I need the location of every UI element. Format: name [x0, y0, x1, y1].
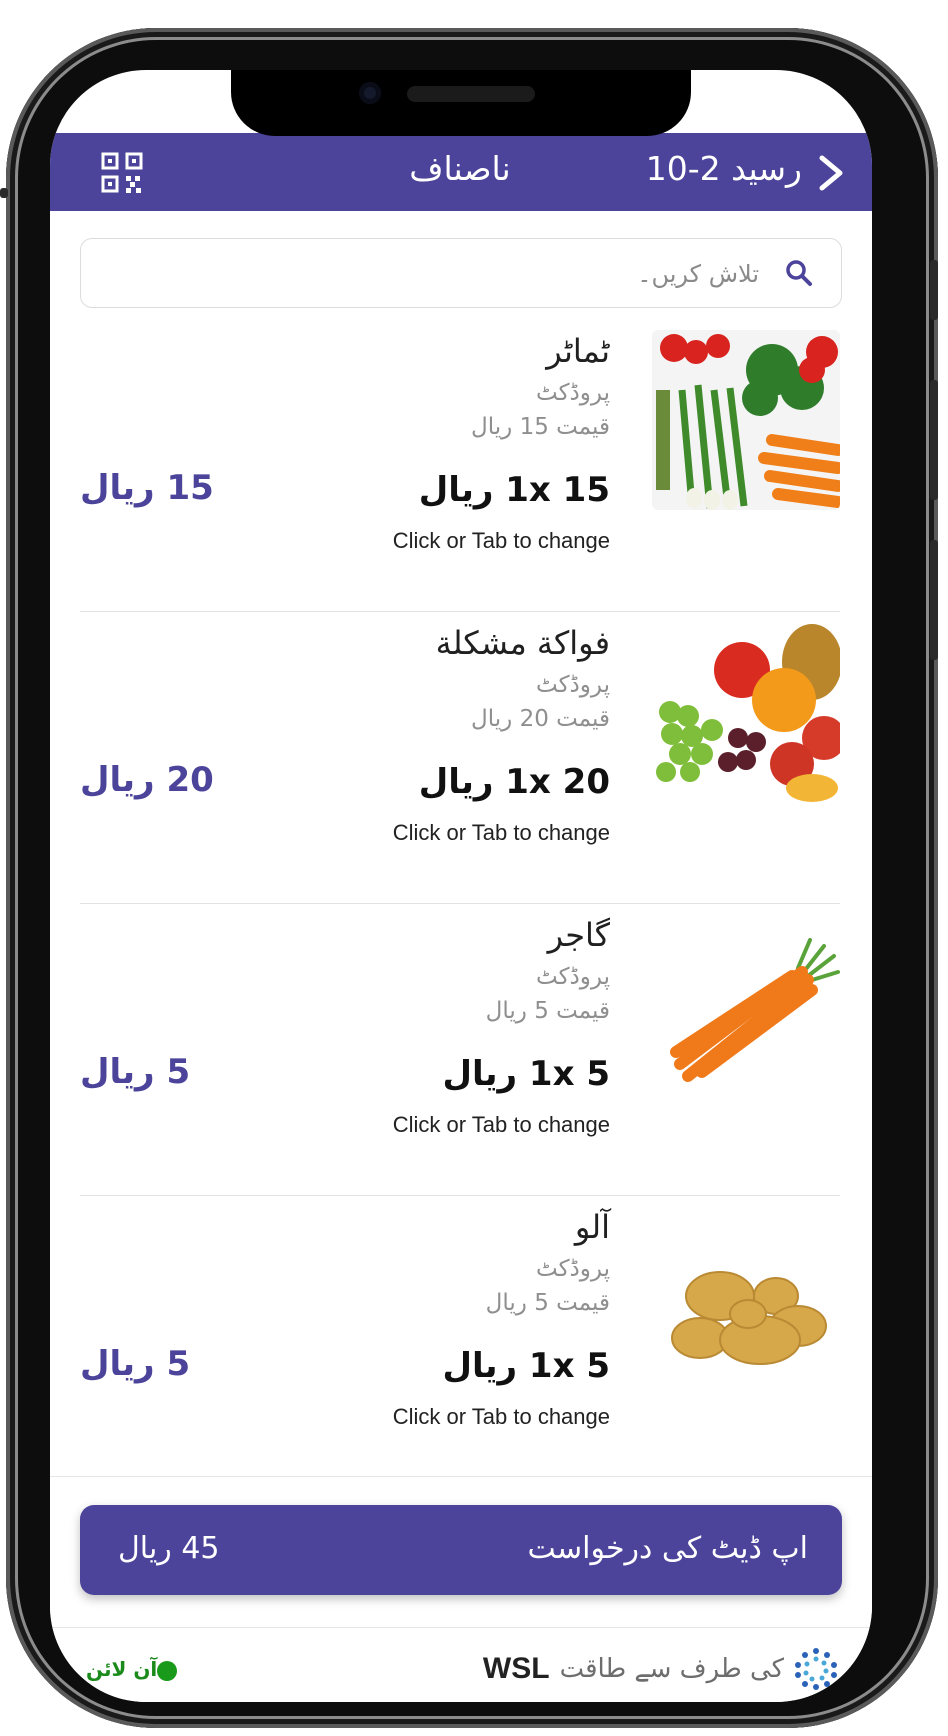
product-name: گاجر	[547, 916, 610, 954]
product-list: ٹماٹر پروڈکٹ قیمت 15 ریال 1x 15 ریال Cli…	[50, 320, 872, 1476]
product-name: فواکة مشكلة	[435, 624, 610, 662]
product-total: 5 ریال	[80, 1052, 191, 1092]
app-screen: ناصناف رسید 2-10 تلاش کریں۔ ٹماٹر پروڈکٹ…	[50, 70, 872, 1702]
product-unit-price: قیمت 5 ریال	[485, 1290, 610, 1316]
request-update-label: اپ ڈیٹ کی درخواست	[527, 1531, 808, 1566]
request-update-button[interactable]: اپ ڈیٹ کی درخواست 45 ریال	[80, 1505, 842, 1595]
change-hint[interactable]: Click or Tab to change	[393, 1112, 610, 1138]
powered-by-label: کی طرف سے طاقت	[559, 1654, 784, 1684]
carrots-image	[652, 914, 840, 1094]
product-total: 15 ریال	[80, 468, 214, 508]
speaker-grille	[407, 86, 535, 102]
product-name: آلو	[574, 1208, 610, 1246]
product-name: ٹماٹر	[546, 332, 610, 370]
product-type: پروڈکٹ	[536, 1256, 610, 1282]
product-type: پروڈکٹ	[536, 964, 610, 990]
qr-scan-icon[interactable]	[100, 151, 146, 195]
mixed-vegetables-image	[652, 330, 840, 510]
search-icon	[786, 260, 812, 286]
phone-side-button	[930, 380, 938, 500]
product-unit-price: قیمت 15 ریال	[471, 414, 610, 440]
status-dot-icon	[157, 1660, 178, 1681]
product-quantity[interactable]: 1x 20 ریال	[419, 762, 610, 802]
product-unit-price: قیمت 20 ریال	[471, 706, 610, 732]
product-total: 20 ریال	[80, 760, 214, 800]
brand-name: WSL	[482, 1652, 550, 1685]
camera-icon	[359, 82, 381, 104]
product-quantity[interactable]: 1x 15 ریال	[419, 470, 610, 510]
phone-side-button	[930, 540, 938, 660]
divider	[50, 1627, 872, 1628]
list-item[interactable]: فواکة مشكلة پروڈکٹ قیمت 20 ریال 1x 20 ری…	[80, 612, 840, 904]
product-type: پروڈکٹ	[536, 380, 610, 406]
search-input[interactable]	[157, 251, 761, 297]
product-quantity[interactable]: 1x 5 ریال	[442, 1054, 610, 1094]
product-unit-price: قیمت 5 ریال	[485, 998, 610, 1024]
powered-by: کی طرف سے طاقت WSL	[483, 1647, 838, 1691]
product-total: 5 ریال	[80, 1344, 191, 1384]
online-status: آن لائن	[86, 1657, 185, 1681]
phone-side-button	[930, 260, 938, 320]
wsl-logo-icon	[795, 1648, 837, 1690]
change-hint[interactable]: Click or Tab to change	[393, 820, 610, 846]
change-hint[interactable]: Click or Tab to change	[393, 528, 610, 554]
product-quantity[interactable]: 1x 5 ریال	[442, 1346, 610, 1386]
phone-notch	[231, 70, 691, 136]
page-title: ناصناف	[409, 149, 511, 188]
receipt-label: رسید 2-10	[645, 149, 802, 188]
product-type: پروڈکٹ	[536, 672, 610, 698]
list-item[interactable]: ٹماٹر پروڈکٹ قیمت 15 ریال 1x 15 ریال Cli…	[80, 320, 840, 612]
change-hint[interactable]: Click or Tab to change	[393, 1404, 610, 1430]
mixed-fruits-image	[652, 622, 840, 802]
list-item[interactable]: آلو پروڈکٹ قیمت 5 ریال 1x 5 ریال Click o…	[80, 1196, 840, 1476]
bottom-bar: اپ ڈیٹ کی درخواست 45 ریال آن لائن کی طرف…	[50, 1476, 872, 1702]
list-item[interactable]: گاجر پروڈکٹ قیمت 5 ریال 1x 5 ریال Click …	[80, 904, 840, 1196]
chevron-right-icon[interactable]	[814, 155, 848, 191]
search-bar[interactable]	[80, 238, 842, 308]
potatoes-image	[652, 1206, 840, 1386]
phone-side-button	[0, 188, 8, 198]
online-status-label: آن لائن	[86, 1657, 158, 1681]
order-total: 45 ریال	[118, 1531, 220, 1566]
top-app-bar: ناصناف رسید 2-10	[50, 133, 872, 211]
